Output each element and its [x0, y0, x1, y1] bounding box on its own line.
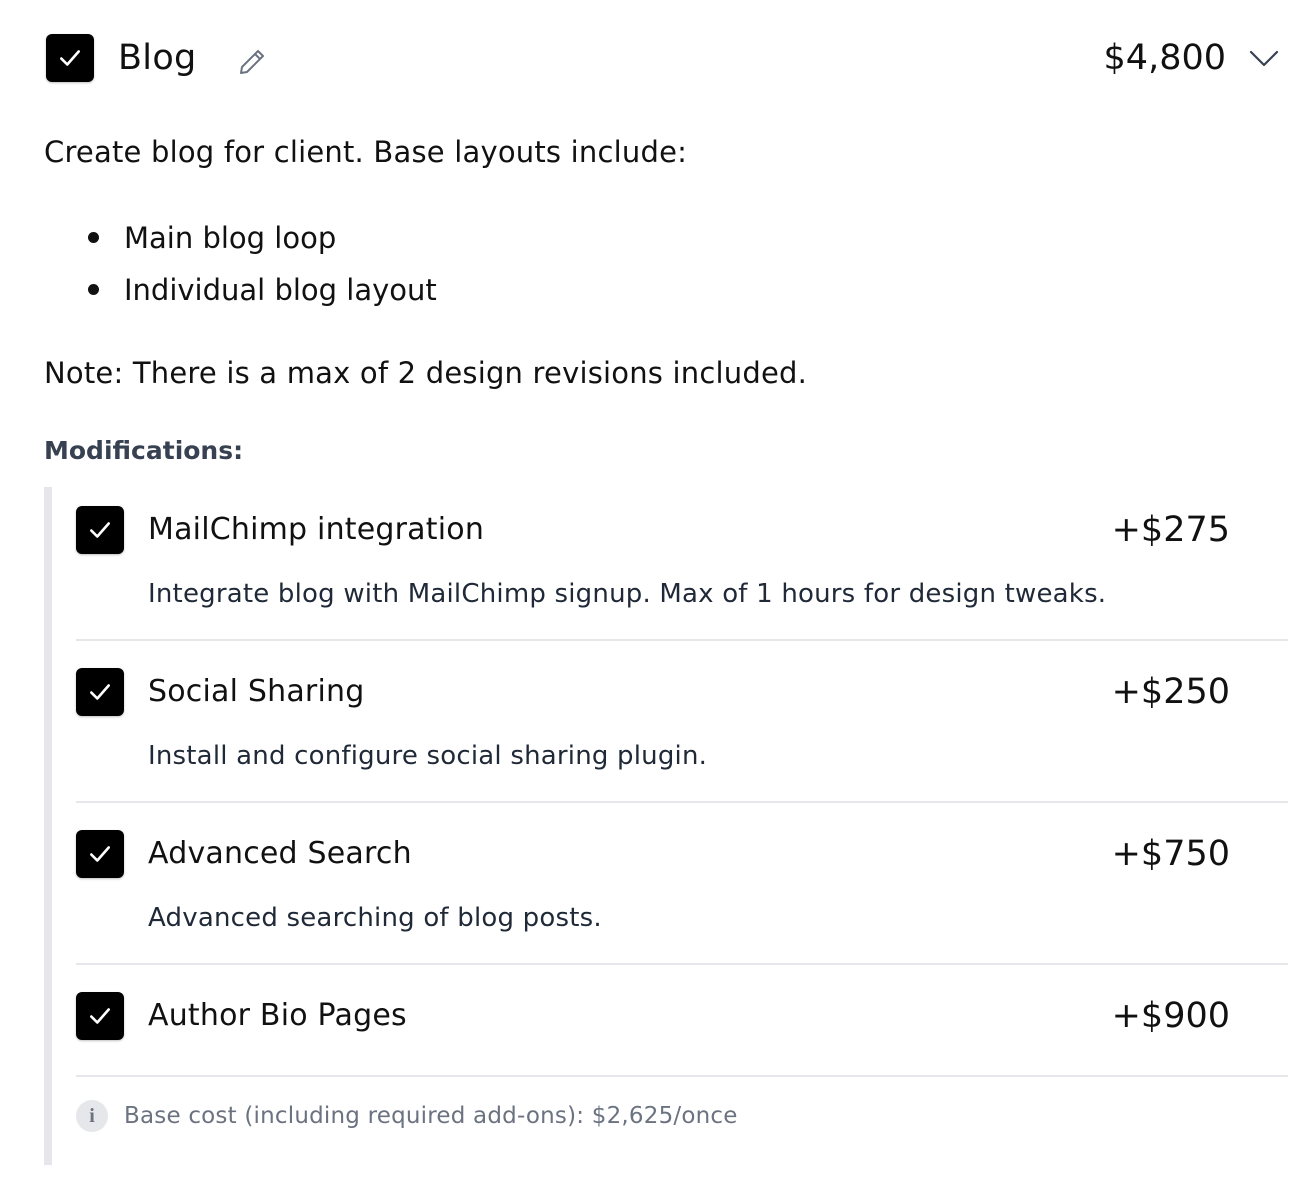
modifications-heading: Modifications: [44, 436, 244, 465]
divider [76, 1075, 1288, 1077]
divider [76, 963, 1288, 965]
modification-item: MailChimp integration +$275 Integrate bl… [52, 487, 1288, 639]
modifications-panel: MailChimp integration +$275 Integrate bl… [44, 487, 1288, 1165]
list-item: Individual blog layout [44, 264, 437, 316]
modification-description: Advanced searching of blog posts. [148, 903, 602, 933]
modification-price: +$250 [1111, 672, 1230, 712]
modification-description: Install and configure social sharing plu… [148, 741, 708, 771]
modification-checkbox[interactable] [76, 506, 124, 554]
modification-checkbox[interactable] [76, 992, 124, 1040]
checkmark-icon [90, 1008, 110, 1024]
chevron-down-icon[interactable] [1248, 44, 1280, 72]
modification-title: MailChimp integration [148, 512, 485, 547]
item-title: Blog [118, 38, 197, 78]
checkmark-icon [90, 846, 110, 862]
checkmark-icon [90, 684, 110, 700]
modification-price: +$750 [1111, 834, 1230, 874]
info-icon: i [76, 1100, 108, 1132]
checkmark-icon [60, 50, 80, 66]
layouts-list: Main blog loop Individual blog layout [44, 212, 437, 316]
modification-checkbox[interactable] [76, 830, 124, 878]
checkmark-icon [90, 522, 110, 538]
divider [76, 801, 1288, 803]
list-item: Main blog loop [44, 212, 437, 264]
modification-item: Social Sharing +$250 Install and configu… [52, 649, 1288, 801]
modification-title: Advanced Search [148, 836, 412, 871]
item-price: $4,800 [1103, 38, 1226, 78]
revision-note: Note: There is a max of 2 design revisio… [44, 356, 808, 390]
base-cost-text: Base cost (including required add-ons): … [124, 1103, 738, 1129]
modification-checkbox[interactable] [76, 668, 124, 716]
blog-checkbox[interactable] [46, 34, 94, 82]
modification-description: Integrate blog with MailChimp signup. Ma… [148, 579, 1107, 609]
modification-price: +$275 [1111, 510, 1230, 550]
modification-title: Author Bio Pages [148, 998, 407, 1033]
divider [76, 639, 1288, 641]
item-description: Create blog for client. Base layouts inc… [44, 135, 688, 169]
modification-price: +$900 [1111, 996, 1230, 1036]
pencil-icon[interactable] [236, 46, 268, 78]
base-cost-note: i Base cost (including required add-ons)… [76, 1099, 738, 1133]
modification-title: Social Sharing [148, 674, 365, 709]
modification-item: Advanced Search +$750 Advanced searching… [52, 811, 1288, 963]
modification-item: Author Bio Pages +$900 [52, 973, 1288, 1075]
